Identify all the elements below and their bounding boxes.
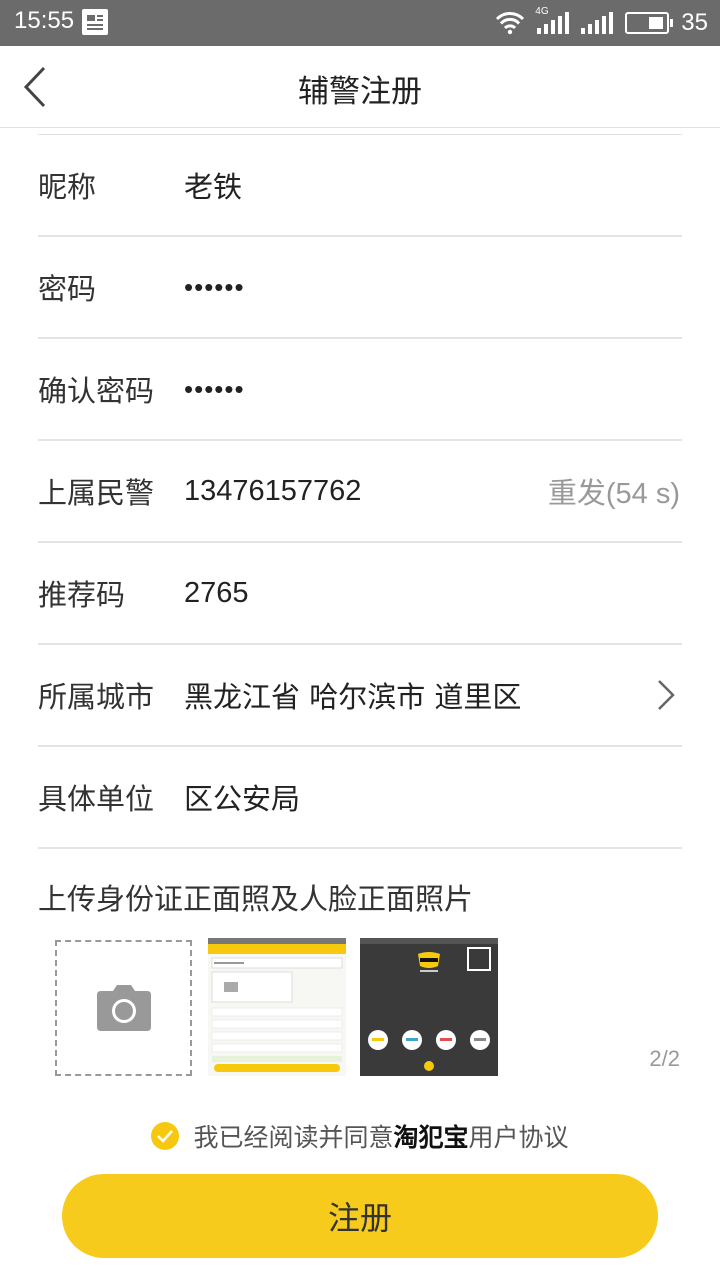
signal-4g-icon: 4G (535, 6, 570, 34)
confirm-password-input[interactable]: •••••• (184, 374, 245, 405)
chevron-right-icon (658, 680, 675, 710)
wifi-icon (496, 12, 525, 35)
battery-level: 35 (681, 9, 708, 36)
upload-title: 上传身份证正面照及人脸正面照片 (38, 882, 474, 916)
battery-icon (625, 12, 674, 34)
screenshot-thumbnail-image (208, 938, 346, 1072)
face-scan-thumbnail-image (360, 938, 498, 1071)
city-value[interactable]: 黑龙江省 哈尔滨市 道里区 (184, 674, 521, 716)
camera-icon (96, 985, 151, 1031)
nickname-row: 昵称 老铁 (38, 135, 682, 237)
resend-code-button[interactable]: 重发(54 s) (548, 470, 680, 512)
page-title: 辅警注册 (298, 74, 422, 110)
nickname-label: 昵称 (38, 170, 97, 204)
referral-code-row: 推荐码 2765 (38, 543, 682, 645)
superior-police-row: 上属民警 13476157762 重发(54 s) (38, 441, 682, 543)
referral-code-input[interactable]: 2765 (184, 577, 249, 610)
agreement-prefix: 我已经阅读并同意 (193, 1123, 394, 1152)
user-agreement-link[interactable]: 用户协议 (469, 1123, 569, 1152)
register-button[interactable]: 注册 (62, 1174, 658, 1258)
superior-police-phone-input[interactable]: 13476157762 (184, 475, 361, 508)
password-label: 密码 (38, 272, 97, 306)
photo-counter: 2/2 (649, 1046, 680, 1071)
unit-input[interactable]: 区公安局 (184, 776, 300, 818)
password-input[interactable]: •••••• (184, 272, 245, 303)
password-row: 密码 •••••• (38, 237, 682, 339)
city-label: 所属城市 (38, 680, 155, 714)
registration-form: 昵称 老铁 密码 •••••• 确认密码 •••••• 上属民警 1347615… (38, 134, 682, 849)
uploaded-face-thumbnail[interactable] (360, 938, 498, 1076)
status-bar: 15:55 4G 35 (0, 0, 720, 46)
unit-label: 具体单位 (38, 782, 155, 816)
add-photo-button[interactable] (55, 940, 192, 1076)
agreement-brand: 淘犯宝 (393, 1123, 469, 1152)
status-time: 15:55 (14, 7, 75, 34)
network-type-label: 4G (535, 6, 549, 17)
agreement-row[interactable]: 我已经阅读并同意淘犯宝用户协议 (0, 1118, 720, 1154)
superior-police-label: 上属民警 (38, 476, 155, 510)
referral-code-label: 推荐码 (38, 578, 126, 612)
news-notification-icon (82, 9, 108, 35)
app-header: 辅警注册 (0, 46, 720, 128)
checkbox-checked-icon[interactable] (151, 1122, 180, 1150)
nickname-input[interactable]: 老铁 (184, 164, 242, 206)
unit-row: 具体单位 区公安局 (38, 747, 682, 849)
city-row[interactable]: 所属城市 黑龙江省 哈尔滨市 道里区 (38, 645, 682, 747)
confirm-password-label: 确认密码 (38, 374, 155, 408)
signal-icon (581, 12, 614, 34)
agreement-text: 我已经阅读并同意淘犯宝用户协议 (193, 1118, 568, 1154)
confirm-password-row: 确认密码 •••••• (38, 339, 682, 441)
uploaded-photo-thumbnail[interactable] (208, 938, 346, 1076)
